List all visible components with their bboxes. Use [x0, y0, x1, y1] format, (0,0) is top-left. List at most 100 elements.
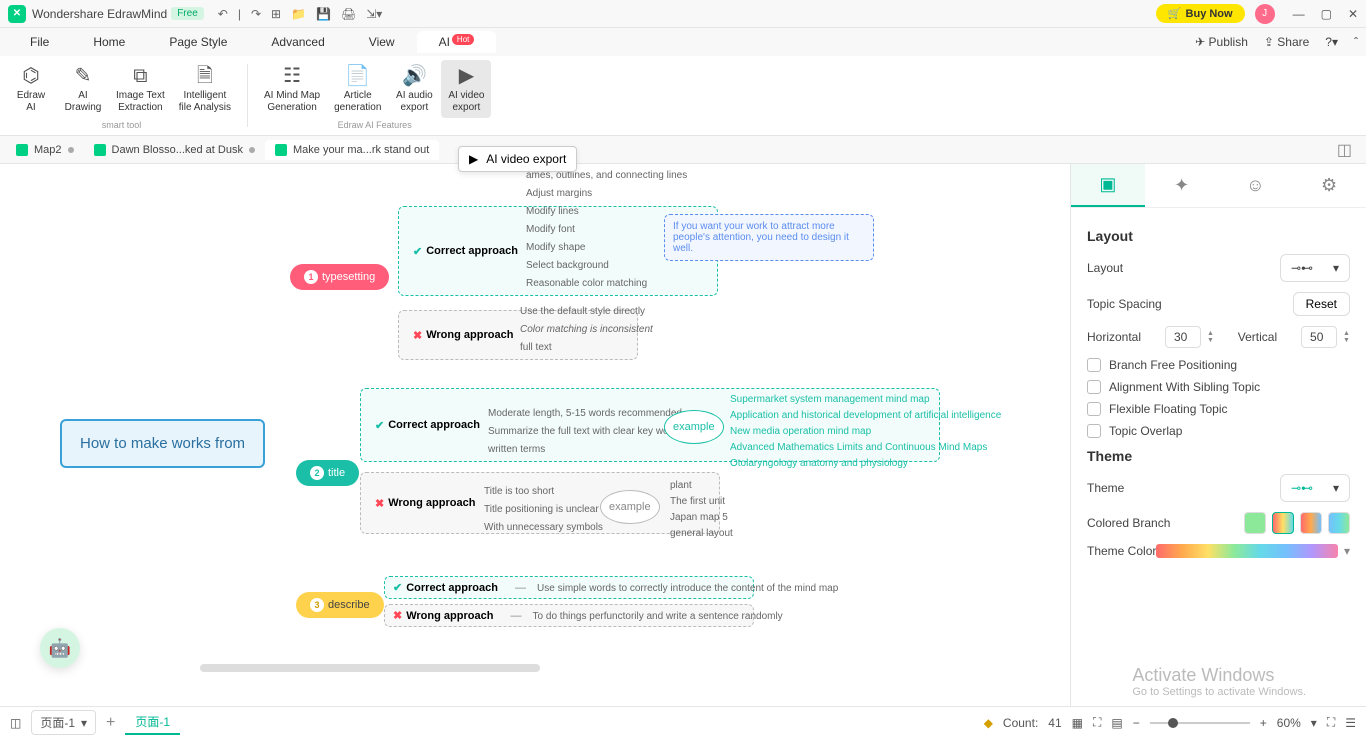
ribbon-audio-export[interactable]: 🔊AI audio export	[389, 60, 439, 118]
ribbon-edraw-ai[interactable]: ⌬Edraw AI	[6, 60, 56, 118]
theme-color-picker[interactable]	[1156, 544, 1338, 558]
doc-tab-2[interactable]: Dawn Blosso...ked at Dusk	[84, 140, 265, 160]
maximize-icon[interactable]: ▢	[1321, 7, 1332, 21]
t2wex-0[interactable]: plant	[670, 480, 692, 491]
typesetting-note[interactable]: If you want your work to attract more pe…	[664, 214, 874, 261]
spin-down-icon[interactable]: ▼	[1343, 337, 1350, 344]
horizontal-scrollbar[interactable]	[200, 664, 540, 672]
export-icon[interactable]: ⇲▾	[366, 7, 382, 21]
panel-tab-icon[interactable]: ☺	[1219, 164, 1293, 207]
redo-icon[interactable]: ↷	[251, 7, 261, 21]
t2c-2[interactable]: written terms	[488, 444, 545, 455]
t1c-4[interactable]: Modify shape	[526, 242, 585, 253]
t1w-1[interactable]: Color matching is inconsistent	[520, 324, 653, 335]
theme-select[interactable]: ⊸⊷▾	[1280, 474, 1350, 502]
title-example-badge[interactable]: example	[664, 410, 724, 444]
root-node[interactable]: How to make works from	[60, 419, 265, 468]
t3c[interactable]: Use simple words to correctly introduce …	[537, 583, 838, 594]
print-icon[interactable]: 🖨	[341, 7, 356, 21]
menu-ai[interactable]: AIHot	[417, 31, 497, 53]
t2ex-2[interactable]: New media operation mind map	[730, 426, 871, 437]
branch-describe[interactable]: 3describe	[296, 592, 384, 618]
t2c-0[interactable]: Moderate length, 5-15 words recommended	[488, 408, 682, 419]
t2ex-0[interactable]: Supermarket system management mind map	[730, 394, 930, 405]
t2ex-4[interactable]: Otolaryngology anatomy and physiology	[730, 458, 908, 469]
reset-button[interactable]: Reset	[1293, 292, 1350, 316]
t2wex-1[interactable]: The first unit	[670, 496, 725, 507]
t3w[interactable]: To do things perfunctorily and write a s…	[533, 611, 783, 622]
t2w-0[interactable]: Title is too short	[484, 486, 554, 497]
t2wex-3[interactable]: general layout	[670, 528, 733, 539]
new-icon[interactable]: ⊞	[271, 7, 281, 21]
describe-correct[interactable]: ✔Correct approach — Use simple words to …	[384, 576, 754, 599]
checkbox-alignment-sibling[interactable]	[1087, 380, 1101, 394]
branch-swatch-2[interactable]	[1272, 512, 1294, 534]
describe-wrong[interactable]: ✖Wrong approach — To do things perfuncto…	[384, 604, 754, 627]
branch-swatch-3[interactable]	[1300, 512, 1322, 534]
checkbox-topic-overlap[interactable]	[1087, 424, 1101, 438]
zoom-out-icon[interactable]: −	[1133, 716, 1140, 730]
t1c-1[interactable]: Adjust margins	[526, 188, 592, 199]
layout-select[interactable]: ⊸⊷▾	[1280, 254, 1350, 282]
ribbon-file-analysis[interactable]: 🗎Intelligent file Analysis	[173, 60, 237, 118]
panel-tab-style[interactable]: ✦	[1145, 164, 1219, 207]
t2w-2[interactable]: With unnecessary symbols	[484, 522, 603, 533]
typesetting-wrong[interactable]: ✖Wrong approach	[398, 310, 638, 360]
checkbox-flexible-floating[interactable]	[1087, 402, 1101, 416]
checkbox-branch-free[interactable]	[1087, 358, 1101, 372]
page-dropdown[interactable]: 页面-1▾	[31, 710, 96, 735]
panel-tab-layout[interactable]: ▣	[1071, 164, 1145, 207]
t2c-1[interactable]: Summarize the full text with clear key w…	[488, 426, 683, 437]
menu-file[interactable]: File	[8, 31, 71, 53]
ribbon-mindmap-gen[interactable]: ☷AI Mind Map Generation	[258, 60, 326, 118]
menu-page-style[interactable]: Page Style	[147, 31, 249, 53]
ribbon-article-gen[interactable]: 📄Article generation	[328, 60, 387, 118]
zoom-value[interactable]: 60%	[1277, 716, 1301, 730]
ribbon-ai-drawing[interactable]: ✎AI Drawing	[58, 60, 108, 118]
view-fit-icon[interactable]: ⛶	[1093, 715, 1101, 730]
collapse-ribbon-icon[interactable]: ˆ	[1354, 35, 1358, 49]
chevron-down-icon[interactable]: ▾	[1344, 544, 1350, 558]
menu-home[interactable]: Home	[71, 31, 147, 53]
doc-tab-1[interactable]: Map2	[6, 140, 84, 160]
panel-tab-settings[interactable]: ⚙	[1292, 164, 1366, 207]
spin-up-icon[interactable]: ▲	[1343, 330, 1350, 337]
zoom-slider[interactable]	[1150, 722, 1250, 724]
t2ex-1[interactable]: Application and historical development o…	[730, 410, 1001, 421]
open-icon[interactable]: 📁	[291, 7, 306, 21]
t1c-2[interactable]: Modify lines	[526, 206, 579, 217]
title-wrong-example-badge[interactable]: example	[600, 490, 660, 524]
ribbon-image-text[interactable]: ⧉Image Text Extraction	[110, 60, 171, 118]
t2w-1[interactable]: Title positioning is unclear	[484, 504, 599, 515]
view-grid-icon[interactable]: ▦	[1072, 716, 1083, 730]
t1w-2[interactable]: full text	[520, 342, 552, 353]
t1c-3[interactable]: Modify font	[526, 224, 575, 235]
panel-toggle-icon[interactable]: ☰	[1345, 716, 1356, 730]
t1c-6[interactable]: Reasonable color matching	[526, 278, 647, 289]
outline-toggle-icon[interactable]: ◫	[10, 716, 21, 730]
t2ex-3[interactable]: Advanced Mathematics Limits and Continuo…	[730, 442, 987, 453]
doc-tab-3[interactable]: Make your ma...rk stand out	[265, 140, 439, 160]
minimize-icon[interactable]: —	[1293, 7, 1305, 21]
view-list-icon[interactable]: ▤	[1111, 716, 1122, 730]
chevron-down-icon[interactable]: ▾	[1311, 716, 1317, 730]
buy-now-button[interactable]: 🛒Buy Now	[1156, 4, 1245, 23]
add-page-icon[interactable]: +	[106, 714, 115, 732]
share-button[interactable]: ⇪ Share	[1264, 35, 1309, 49]
mindmap-canvas[interactable]: How to make works from 1typesetting ✔Cor…	[0, 164, 1070, 706]
t1w-0[interactable]: Use the default style directly	[520, 306, 645, 317]
menu-advanced[interactable]: Advanced	[249, 31, 346, 53]
branch-swatch-1[interactable]	[1244, 512, 1266, 534]
spin-up-icon[interactable]: ▲	[1207, 330, 1214, 337]
help-icon[interactable]: ?▾	[1325, 35, 1338, 49]
horizontal-value[interactable]: 30	[1165, 326, 1201, 348]
t2wex-2[interactable]: Japan map 5	[670, 512, 728, 523]
fullscreen-icon[interactable]: ⛶	[1327, 715, 1335, 730]
branch-title[interactable]: 2title	[296, 460, 359, 486]
undo-icon[interactable]: ↶	[218, 7, 228, 21]
branch-typesetting[interactable]: 1typesetting	[290, 264, 389, 290]
tab-panel-toggle-icon[interactable]: ◫	[1329, 140, 1360, 160]
branch-swatch-4[interactable]	[1328, 512, 1350, 534]
zoom-in-icon[interactable]: +	[1260, 716, 1267, 730]
save-icon[interactable]: 💾	[316, 7, 331, 21]
